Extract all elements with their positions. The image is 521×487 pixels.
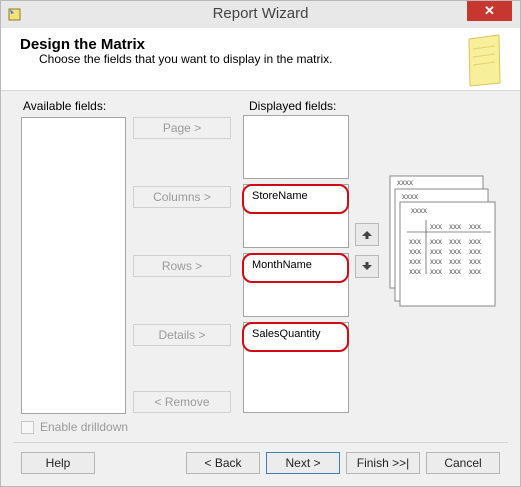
- arrow-down-icon: [362, 262, 372, 270]
- preview-header-back: xxxx: [397, 178, 413, 187]
- details-button[interactable]: Details >: [133, 324, 231, 346]
- preview-cell-0-0: xxx: [409, 237, 421, 246]
- preview-col-header-1: xxx: [449, 222, 461, 231]
- available-fields-list[interactable]: [21, 117, 126, 414]
- preview-cell-0-2: xxx: [449, 237, 461, 246]
- move-down-button[interactable]: [355, 255, 379, 278]
- finish-button[interactable]: Finish >>|: [346, 452, 420, 474]
- preview-cell-2-1: xxx: [430, 257, 442, 266]
- matrix-preview-image: xxxx xxxx xxxx xxx xxx xxxxxx xxx xxx xxxxxx x…: [389, 175, 496, 307]
- preview-cell-3-1: xxx: [430, 267, 442, 276]
- window-title: Report Wizard: [212, 5, 309, 22]
- enable-drilldown-label: Enable drilldown: [40, 420, 129, 434]
- preview-cell-3-3: xxx: [469, 267, 481, 276]
- preview-cell-1-2: xxx: [449, 247, 461, 256]
- preview-cell-1-1: xxx: [430, 247, 442, 256]
- rows-button[interactable]: Rows >: [133, 255, 231, 277]
- rows-highlight-oval: [242, 253, 349, 283]
- page-fields-list[interactable]: [243, 115, 349, 179]
- details-highlight-oval: [242, 322, 349, 352]
- preview-cell-2-3: xxx: [469, 257, 481, 266]
- back-button[interactable]: < Back: [186, 452, 260, 474]
- preview-col-header-2: xxx: [469, 222, 481, 231]
- page-title: Design the Matrix: [20, 36, 146, 53]
- preview-cell-1-0: xxx: [409, 247, 421, 256]
- preview-header-front: xxxx: [411, 206, 427, 215]
- enable-drilldown-checkbox[interactable]: [21, 421, 34, 434]
- arrow-up-icon: [362, 231, 372, 239]
- wizard-header: Design the Matrix Choose the fields that…: [1, 28, 520, 91]
- columns-button[interactable]: Columns >: [133, 186, 231, 208]
- next-button[interactable]: Next >: [266, 452, 340, 474]
- preview-cell-1-3: xxx: [469, 247, 481, 256]
- remove-button[interactable]: < Remove: [133, 391, 231, 413]
- title-bar: Report Wizard ✕: [1, 1, 520, 28]
- preview-header-mid: xxxx: [402, 192, 418, 201]
- preview-cell-3-0: xxx: [409, 267, 421, 276]
- columns-highlight-oval: [242, 184, 349, 214]
- available-fields-label: Available fields:: [23, 99, 107, 113]
- move-up-button[interactable]: [355, 223, 379, 246]
- help-button[interactable]: Help: [21, 452, 95, 474]
- report-wizard-window: Report Wizard ✕ Design the Matrix Choose…: [0, 0, 521, 487]
- preview-cell-2-2: xxx: [449, 257, 461, 266]
- close-button[interactable]: ✕: [467, 1, 512, 21]
- cancel-button[interactable]: Cancel: [426, 452, 500, 474]
- page-subtitle: Choose the fields that you want to displ…: [39, 52, 333, 66]
- displayed-fields-label: Displayed fields:: [249, 99, 337, 113]
- note-icon: [468, 34, 501, 87]
- preview-cell-3-2: xxx: [449, 267, 461, 276]
- preview-col-header-0: xxx: [430, 222, 442, 231]
- preview-cell-0-3: xxx: [469, 237, 481, 246]
- preview-cell-0-1: xxx: [430, 237, 442, 246]
- footer-separator: [13, 442, 508, 443]
- preview-cell-2-0: xxx: [409, 257, 421, 266]
- page-button[interactable]: Page >: [133, 117, 231, 139]
